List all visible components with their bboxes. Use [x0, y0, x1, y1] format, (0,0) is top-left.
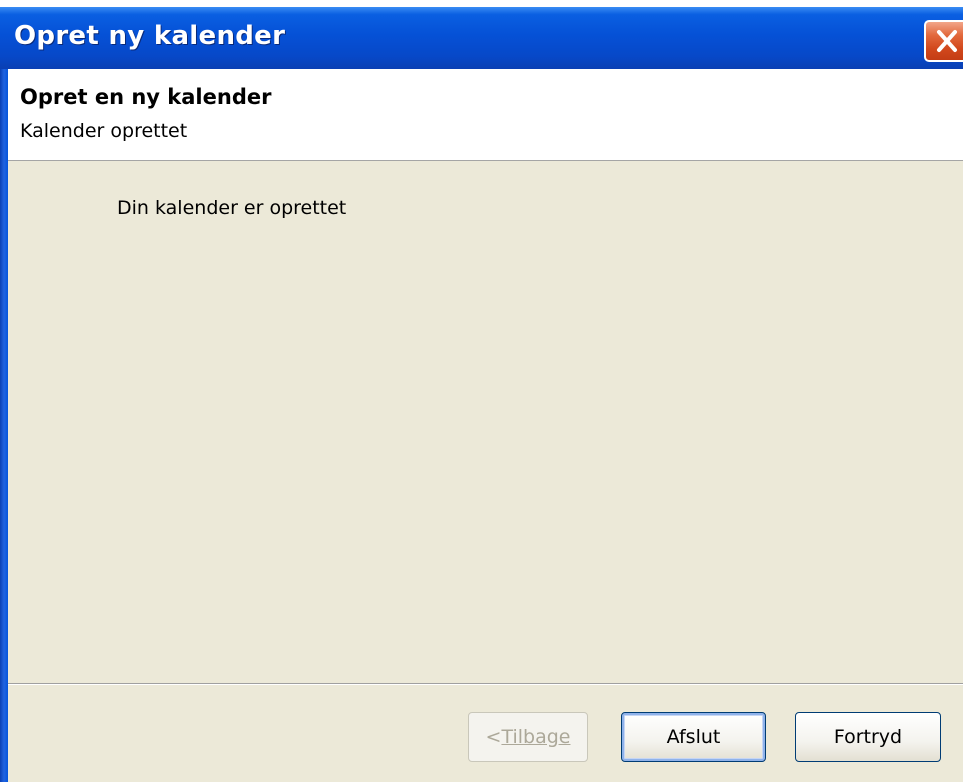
- finish-button[interactable]: Afslut: [621, 712, 766, 762]
- finish-button-label: Afslut: [666, 726, 721, 748]
- wizard-header: Opret en ny kalender Kalender oprettet: [8, 69, 963, 161]
- close-button[interactable]: [924, 20, 963, 62]
- status-message: Din kalender er oprettet: [117, 197, 347, 219]
- back-button-label: Tilbage: [501, 726, 571, 748]
- close-icon: [937, 30, 957, 52]
- wizard-content: Din kalender er oprettet < Tilbage Afslu…: [8, 161, 963, 782]
- back-button[interactable]: < Tilbage: [468, 712, 588, 762]
- cancel-button-label: Fortryd: [833, 726, 903, 748]
- wizard-page-subtitle: Kalender oprettet: [20, 120, 188, 142]
- dialog-window: Opret ny kalender Opret en ny kalender K…: [0, 0, 963, 782]
- top-strip: [0, 0, 963, 7]
- wizard-page-title: Opret en ny kalender: [20, 85, 272, 109]
- button-separator: [8, 683, 963, 685]
- back-button-prefix: <: [485, 726, 502, 748]
- window-title: Opret ny kalender: [14, 21, 286, 51]
- title-bar[interactable]: Opret ny kalender: [0, 7, 963, 69]
- cancel-button[interactable]: Fortryd: [795, 712, 941, 762]
- window-frame-left: [0, 69, 8, 782]
